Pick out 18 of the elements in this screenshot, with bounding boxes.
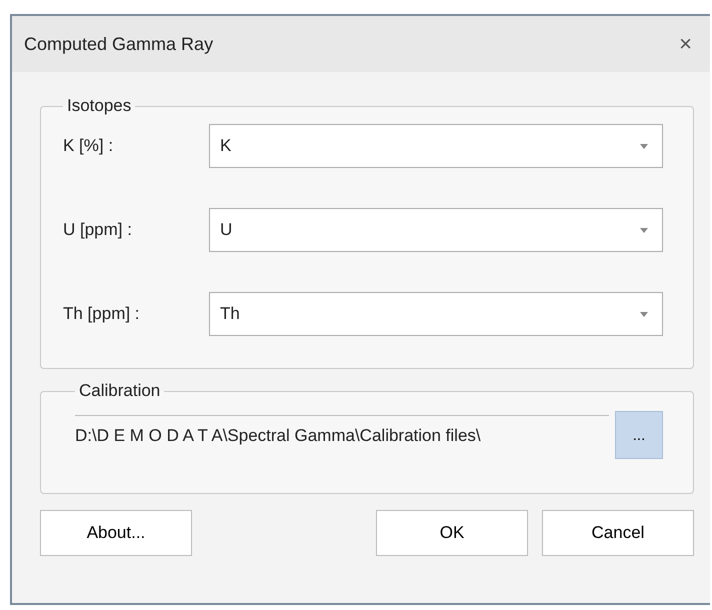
ok-button[interactable]: OK [376, 510, 528, 556]
group-title: Isotopes [66, 96, 132, 116]
dropdown-field[interactable]: U [209, 208, 663, 252]
browse-button[interactable]: ... [615, 411, 663, 459]
path-field[interactable]: D:\D E M O D A T A\Spectral Gamma\Calibration files\ [75, 414, 609, 456]
caret-icon [640, 228, 648, 232]
field-label: U [ppm] : [63, 220, 133, 240]
dropdown-field[interactable]: K [209, 124, 663, 168]
caret-icon [640, 312, 648, 316]
caret-icon [640, 144, 648, 148]
window-title: Computed Gamma Ray [24, 34, 214, 54]
close-button[interactable]: × [671, 31, 700, 57]
group-title: Calibration [78, 381, 162, 401]
cancel-button[interactable]: Cancel [542, 510, 694, 556]
field-label: K [%] : [63, 136, 114, 156]
about-button[interactable]: About... [40, 510, 192, 556]
field-label: Th [ppm] : [63, 304, 141, 324]
dropdown-field[interactable]: Th [209, 292, 663, 336]
